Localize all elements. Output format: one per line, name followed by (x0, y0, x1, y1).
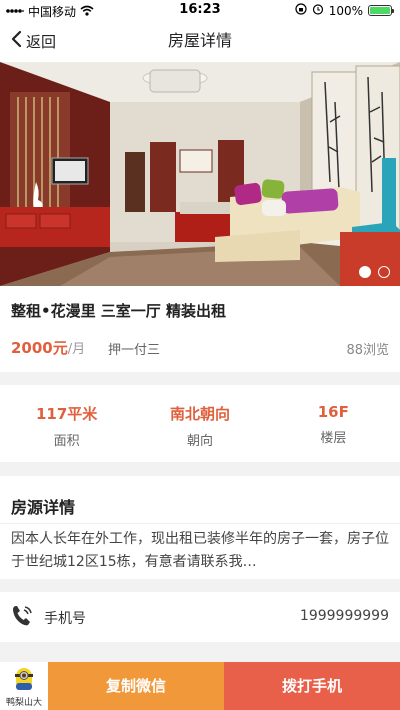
property-stats: 117平米 面积 南北朝向 朝向 16F 楼层 (0, 385, 400, 462)
stat-orientation: 南北朝向 朝向 (133, 385, 266, 462)
listing-info: 整租•花漫里 三室一厅 精装出租 2000元/月 押一付三 88浏览 (0, 286, 400, 372)
alarm-icon (312, 3, 324, 18)
view-count: 88浏览 (346, 343, 389, 358)
living-room-photo (0, 62, 400, 286)
details-heading: 房源详情 (11, 498, 76, 517)
stat-label: 面积 (53, 434, 80, 449)
minion-avatar-icon (13, 666, 35, 692)
phone-icon (10, 604, 34, 628)
listing-title: 整租•花漫里 三室一厅 精装出租 (11, 302, 227, 320)
price-value: 2000元 (11, 339, 68, 357)
stat-value: 117平米 (36, 405, 98, 423)
carousel-dot[interactable] (359, 266, 371, 278)
payment-terms: 押一付三 (108, 343, 161, 358)
divider (0, 523, 400, 524)
user-profile[interactable]: 鸭梨山大 (0, 662, 48, 710)
rotation-lock-icon (295, 3, 307, 18)
copy-wechat-button[interactable]: 复制微信 (48, 662, 224, 710)
user-name: 鸭梨山大 (5, 698, 42, 708)
stat-value: 南北朝向 (169, 405, 230, 423)
status-right: 100% (295, 3, 394, 18)
photo-carousel[interactable] (0, 62, 400, 286)
stat-label: 朝向 (186, 434, 213, 449)
carousel-indicators (359, 266, 390, 278)
phone-label: 手机号 (44, 611, 86, 627)
status-bar: 中国移动 16:23 100% (0, 0, 400, 20)
price-unit: /月 (67, 342, 86, 357)
bottom-action-bar: 鸭梨山大 复制微信 拨打手机 (0, 662, 400, 710)
details-text: 因本人长年在外工作，现出租已装修半年的房子一套，房子位于世纪城12区15栋，有意… (11, 531, 389, 570)
listing-price: 2000元/月 (11, 337, 85, 358)
stat-floor: 16F 楼层 (267, 385, 400, 462)
listing-details: 房源详情 因本人长年在外工作，现出租已装修半年的房子一套，房子位于世纪城12区1… (0, 476, 400, 579)
battery-icon (368, 5, 394, 16)
carousel-dot[interactable] (378, 266, 390, 278)
nav-bar: 返回 房屋详情 (0, 20, 400, 62)
stat-area: 117平米 面积 (0, 385, 133, 462)
call-phone-button[interactable]: 拨打手机 (224, 662, 400, 710)
contact-row[interactable]: 手机号 1999999999 (0, 592, 400, 642)
page-title: 房屋详情 (167, 31, 232, 50)
phone-number: 1999999999 (299, 608, 389, 624)
battery-percent: 100% (328, 3, 363, 18)
stat-label: 楼层 (320, 431, 347, 446)
stat-value: 16F (317, 403, 349, 421)
